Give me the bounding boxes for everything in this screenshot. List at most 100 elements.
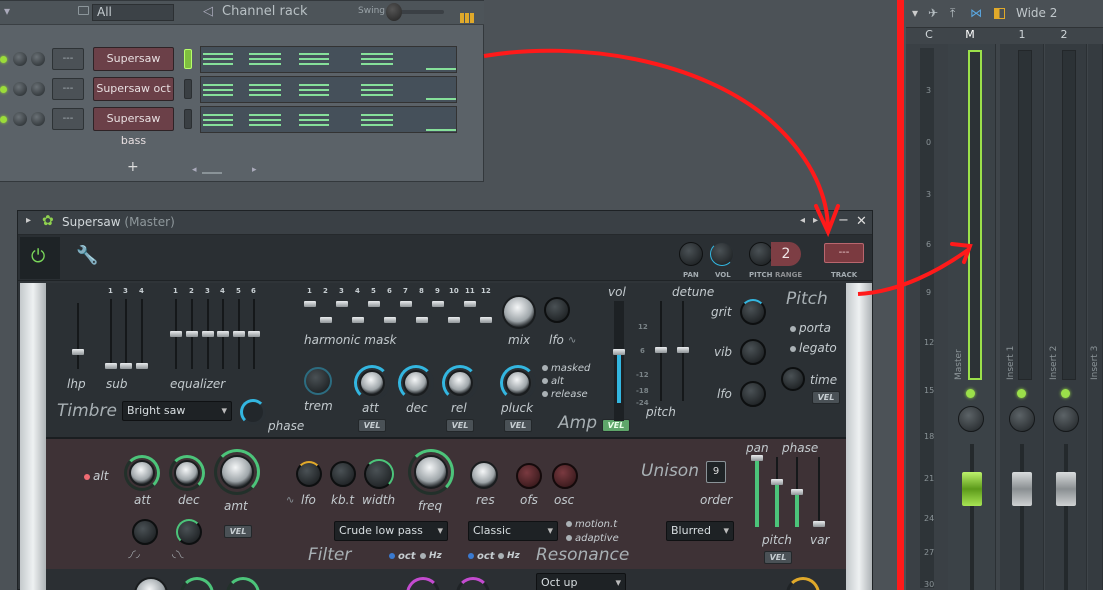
strip-volume-fader[interactable] <box>1056 472 1076 506</box>
motion-option[interactable]: motion.t <box>566 519 617 530</box>
eq-fader[interactable] <box>186 331 198 337</box>
pluck-vel-button[interactable]: VEL <box>504 419 532 432</box>
strip-pan-knob[interactable] <box>1053 406 1079 432</box>
minimize-icon[interactable]: − <box>838 213 849 228</box>
sub-fader[interactable] <box>120 363 132 369</box>
volume-knob[interactable] <box>710 242 734 266</box>
channel-select-toggle[interactable] <box>184 79 192 99</box>
unison-order-selector[interactable]: 9 <box>706 461 726 483</box>
detune-fader[interactable] <box>655 347 667 353</box>
prev-arrow-icon[interactable]: ◂ <box>800 215 805 226</box>
gear-icon[interactable]: ✿ <box>42 213 54 229</box>
filter-type-dropdown[interactable]: Crude low pass <box>334 521 448 541</box>
channel-mute-led[interactable] <box>0 116 7 123</box>
strip-pan-knob[interactable] <box>958 406 984 432</box>
mixer-header-1[interactable]: 1 <box>1008 28 1036 44</box>
channel-piano-roll-preview[interactable] <box>200 106 457 133</box>
filter-att-knob[interactable] <box>129 460 155 486</box>
channel-piano-roll-preview[interactable] <box>200 76 457 103</box>
unison-phase-fader[interactable] <box>791 489 803 495</box>
detune-fader[interactable] <box>677 347 689 353</box>
pitch-vel-button[interactable]: VEL <box>812 391 840 404</box>
swing-knob[interactable] <box>386 3 402 21</box>
filter-vel-button[interactable]: VEL <box>224 525 252 538</box>
bottom-dropdown[interactable]: Oct up <box>536 573 626 590</box>
eq-fader[interactable] <box>233 331 245 337</box>
plugin-titlebar[interactable]: ▸ ✿ Supersaw (Master) ◂ ▸ − ✕ <box>18 211 872 235</box>
bottom-knob-green[interactable] <box>180 577 214 590</box>
filter-amt-knob[interactable] <box>220 455 254 489</box>
channel-mixer-track[interactable]: --- <box>52 78 84 100</box>
mixer-strip-insert-1[interactable]: Insert 1 <box>1000 44 1044 590</box>
channel-volume-knob[interactable] <box>31 52 45 66</box>
pitch-knob[interactable] <box>749 242 773 266</box>
timbre-preset-dropdown[interactable]: Bright saw <box>122 401 232 421</box>
unison-pan-fader[interactable] <box>751 455 763 461</box>
amp-att-vel-button[interactable]: VEL <box>358 419 386 432</box>
filter-dec-knob[interactable] <box>174 460 200 486</box>
unison-mode-dropdown[interactable]: Blurred <box>666 521 734 541</box>
folder-icon[interactable] <box>78 6 89 15</box>
next-arrow-icon[interactable]: ▸ <box>813 215 818 226</box>
mixer-header-2[interactable]: 2 <box>1050 28 1078 44</box>
channel-volume-knob[interactable] <box>31 112 45 126</box>
channel-pan-knob[interactable] <box>13 52 27 66</box>
pitch-range-box[interactable]: 2 <box>771 242 801 266</box>
vib-knob[interactable] <box>740 339 766 365</box>
resonance-type-dropdown[interactable]: Classic <box>468 521 558 541</box>
bottom-knob-green[interactable] <box>226 577 260 590</box>
amp-option-alt[interactable]: alt <box>542 376 564 387</box>
channel-name-button[interactable]: Supersaw bass <box>93 107 174 147</box>
channel-piano-roll-preview[interactable] <box>200 46 457 73</box>
channel-mute-led[interactable] <box>0 86 7 93</box>
ofs-knob[interactable] <box>516 463 542 489</box>
eq-fader[interactable] <box>170 331 182 337</box>
bottom-knob-purple[interactable] <box>406 577 440 590</box>
strip-enable-led[interactable] <box>1061 389 1070 398</box>
filter-hz-option[interactable]: Hz <box>420 551 442 561</box>
mixer-header-master[interactable]: M <box>956 28 984 44</box>
channel-pan-knob[interactable] <box>13 82 27 96</box>
channel-mixer-track[interactable]: --- <box>52 48 84 70</box>
plugin-options-icon[interactable]: ▸ <box>26 215 31 226</box>
graph-editor-icon[interactable] <box>460 8 476 23</box>
channel-mixer-track[interactable]: --- <box>52 108 84 130</box>
mixer-strip-insert-2[interactable]: Insert 2 <box>1045 44 1087 590</box>
mixer-options-icon[interactable]: ▾ <box>912 6 918 20</box>
width-knob[interactable] <box>364 459 394 489</box>
scroll-left-icon[interactable]: ◂ <box>192 165 197 175</box>
filter-env-shape-knob-2[interactable] <box>176 519 202 545</box>
unison-vel-button[interactable]: VEL <box>764 551 792 564</box>
wrench-icon[interactable]: 🔧 <box>76 245 98 266</box>
filter-dropdown[interactable]: All <box>92 4 174 21</box>
mixer-preset-label[interactable]: Wide 2 <box>1016 6 1057 20</box>
plugin-tab-active[interactable]: ⏻ <box>20 237 60 279</box>
add-channel-button[interactable]: + <box>127 159 139 175</box>
mixer-header-current[interactable]: C <box>918 28 940 44</box>
amp-dec-knob[interactable] <box>403 370 429 396</box>
amp-rel-knob[interactable] <box>447 370 473 396</box>
timbre-lfo-knob[interactable] <box>544 297 570 323</box>
channel-volume-knob[interactable] <box>31 82 45 96</box>
osc-knob[interactable] <box>552 463 578 489</box>
eq-fader[interactable] <box>248 331 260 337</box>
kbt-knob[interactable] <box>330 461 356 487</box>
lhp-fader[interactable] <box>72 349 84 355</box>
res-knob[interactable] <box>470 461 498 489</box>
filter-oct-option[interactable]: oct <box>389 551 416 562</box>
unison-pitch-fader[interactable] <box>771 479 783 485</box>
pluck-knob[interactable] <box>505 370 531 396</box>
amp-option-release[interactable]: release <box>542 389 588 400</box>
resonance-oct-option[interactable]: oct <box>468 551 495 562</box>
channel-name-button[interactable]: Supersaw <box>93 47 174 71</box>
rack-options-icon[interactable]: ▾ <box>4 4 10 18</box>
strip-enable-led[interactable] <box>966 389 975 398</box>
filter-env-shape-knob-1[interactable] <box>132 519 158 545</box>
legato-option[interactable]: legato <box>790 341 837 355</box>
adaptive-option[interactable]: adaptive <box>566 533 619 544</box>
channel-select-toggle[interactable] <box>184 49 192 69</box>
bowtie-icon[interactable]: ⋈ <box>970 6 982 20</box>
channel-select-toggle[interactable] <box>184 109 192 129</box>
channel-mute-led[interactable] <box>0 56 7 63</box>
amp-option-masked[interactable]: masked <box>542 363 590 374</box>
